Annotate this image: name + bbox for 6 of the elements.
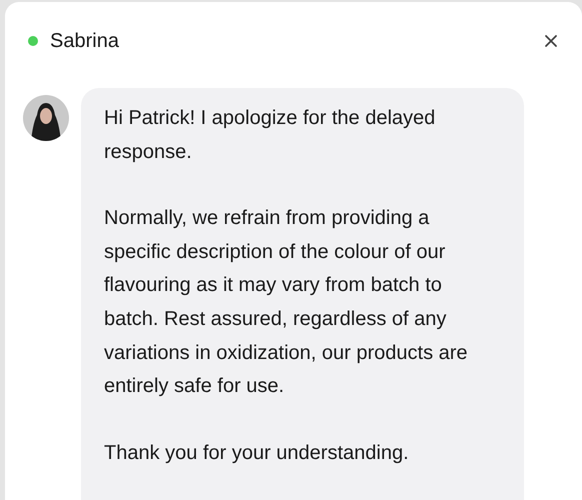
- message-text: Thank you for your understanding.: [104, 440, 410, 466]
- message-text: Hi Patrick! I apologize for the delayed response.: [104, 106, 436, 165]
- message-text: Normally, we refrain from providing a specific description of the colour of our flavouring as it may vary from batch to batch. Rest assured, regardless of any variations in oxidization, our products are entirely safe for use.: [104, 206, 469, 400]
- avatar-icon: [23, 95, 69, 141]
- contact-name: Sabrina: [50, 30, 120, 52]
- close-icon[interactable]: [544, 34, 558, 48]
